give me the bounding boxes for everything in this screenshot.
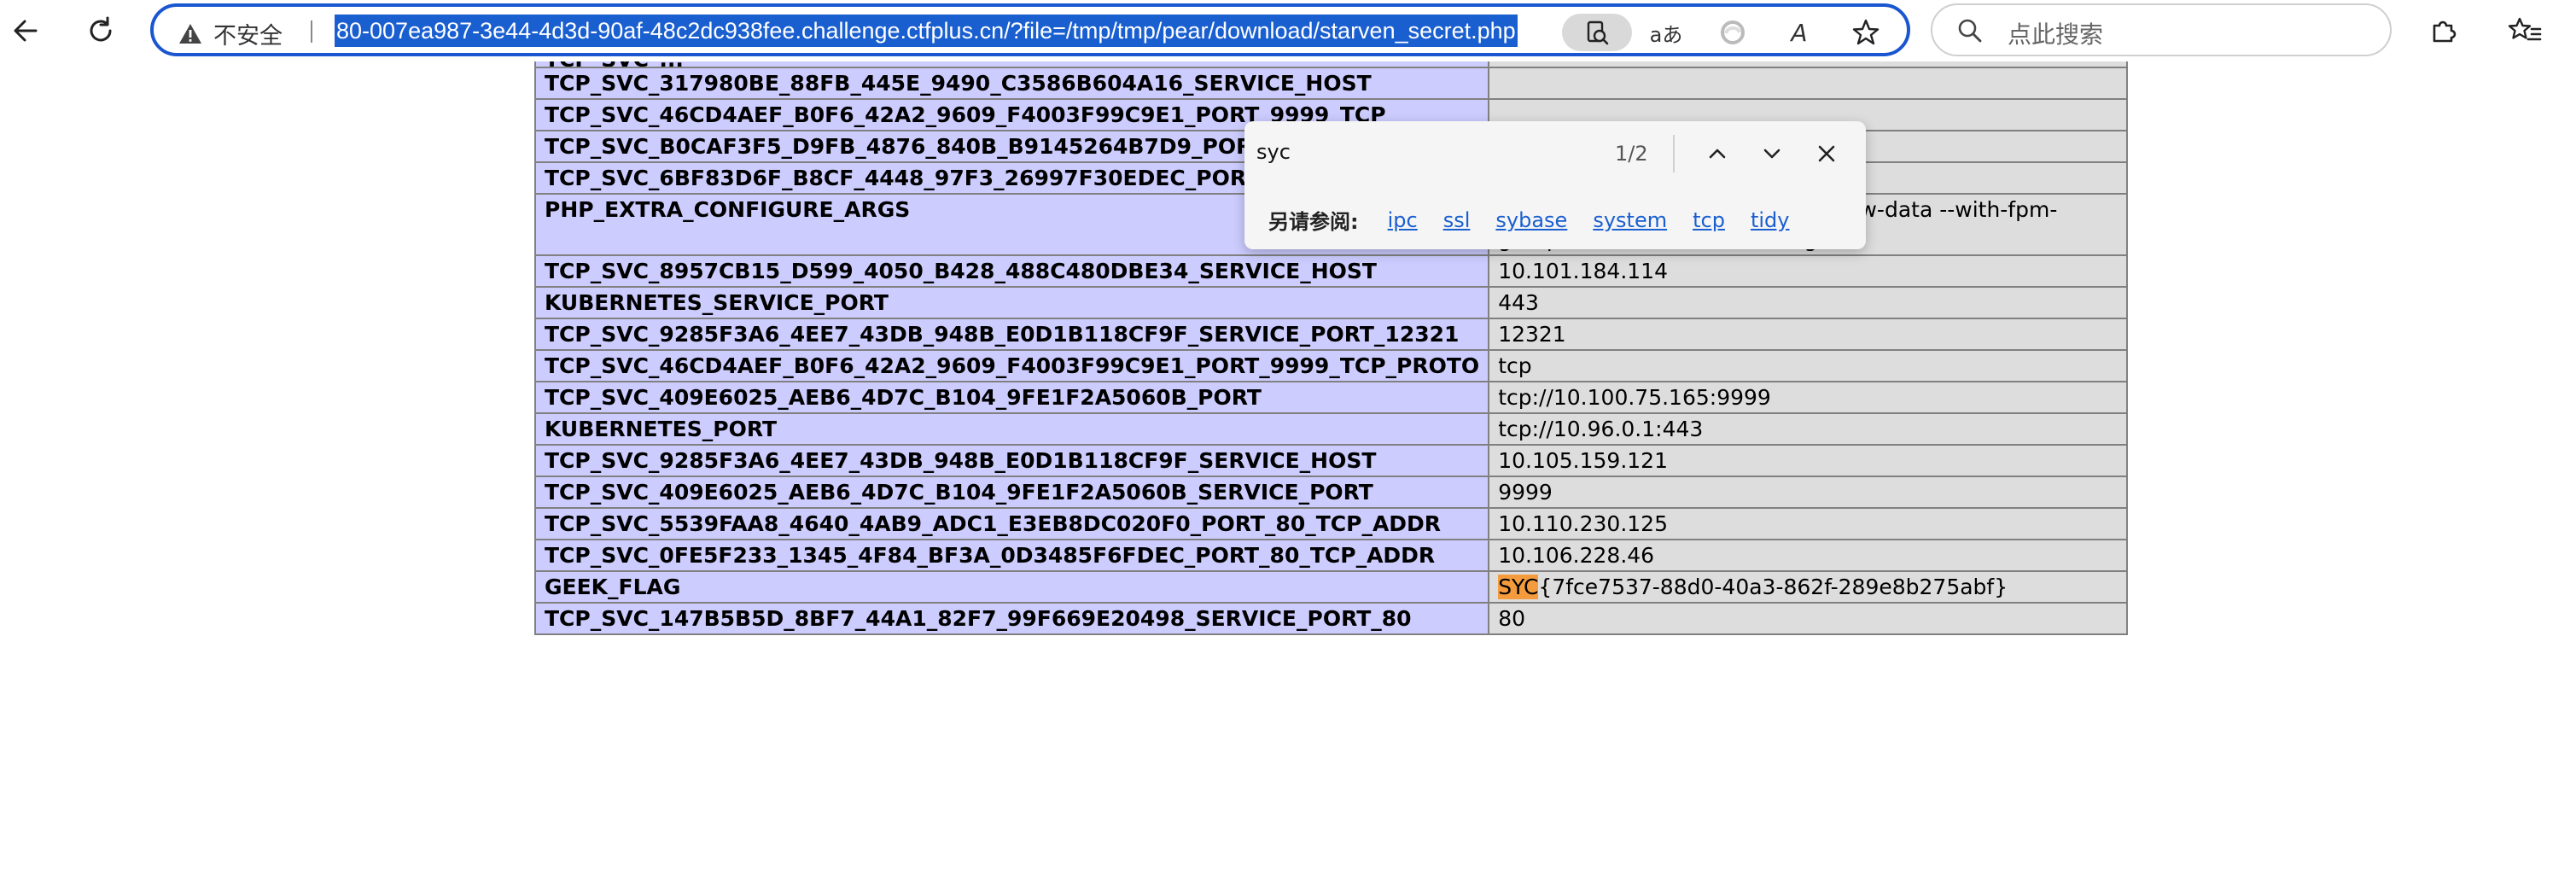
chevron-down-icon [1763, 149, 1780, 159]
back-arrow-icon [14, 20, 38, 42]
env-value-cell: 12321 [1488, 318, 2128, 351]
refresh-button[interactable] [75, 5, 126, 56]
favorites-icon [2508, 17, 2542, 41]
favorite-button[interactable] [1847, 14, 1885, 51]
table-row: GEEK_FLAG SYC{7fce7537-88d0-40a3-862f-289… [533, 570, 2128, 604]
env-value-cell: tcp://10.96.0.1:443 [1488, 412, 2128, 446]
suggestion-link[interactable]: sybase [1495, 208, 1567, 232]
search-placeholder: 点此搜索 [2008, 20, 2104, 49]
table-row: TCP_SVC_8957CB15_D599_4050_B428_488C480D… [533, 254, 2128, 288]
page-content: TCP_SVC_...TCP_SVC_317980BE_88FB_445E_94… [0, 61, 2576, 887]
find-previous-button[interactable] [1697, 133, 1738, 174]
table-row: KUBERNETES_SERVICE_PORT 443 [533, 286, 2128, 319]
table-row: TCP_SVC_... [533, 61, 2128, 68]
find-input[interactable]: syc [1256, 140, 1291, 164]
env-key-cell: GEEK_FLAG [533, 570, 1490, 604]
env-key-cell: KUBERNETES_PORT [533, 412, 1490, 446]
read-aloud-icon: A [1791, 18, 1808, 47]
site-security-indicator[interactable]: 不安全 [178, 17, 283, 50]
find-in-page-bar: syc 1/2 另请参阅: ipc ssl sybase system tcp … [1244, 121, 1866, 249]
find-close-button[interactable] [1806, 133, 1847, 174]
env-value-cell: 10.110.230.125 [1488, 507, 2128, 540]
warning-icon [179, 23, 201, 44]
env-key-cell: TCP_SVC_46CD4AEF_B0F6_42A2_9609_F4003F99… [533, 349, 1490, 382]
env-value-cell: SYC{7fce7537-88d0-40a3-862f-289e8b275abf… [1488, 570, 2128, 604]
env-key-cell: KUBERNETES_SERVICE_PORT [533, 286, 1490, 319]
env-key-cell: TCP_SVC_409E6025_AEB6_4D7C_B104_9FE1F2A5… [533, 476, 1490, 509]
suggestion-link[interactable]: ipc [1388, 208, 1418, 232]
env-key-cell: TCP_SVC_9285F3A6_4EE7_43DB_948B_E0D1B118… [533, 444, 1490, 477]
env-key-cell: TCP_SVC_147B5B5D_8BF7_44A1_82F7_99F669E2… [533, 602, 1490, 635]
env-value-cell: tcp://10.100.75.165:9999 [1488, 381, 2128, 414]
find-match-highlight: SYC [1498, 575, 1539, 599]
favorites-button[interactable] [2499, 5, 2550, 56]
search-box[interactable]: 点此搜索 [1931, 3, 2392, 56]
env-key-cell: TCP_SVC_8957CB15_D599_4050_B428_488C480D… [533, 254, 1490, 288]
copilot-button[interactable] [1714, 14, 1751, 51]
reader-view-button[interactable] [1562, 14, 1632, 51]
suggestion-link[interactable]: system [1593, 208, 1667, 232]
table-row: TCP_SVC_9285F3A6_4EE7_43DB_948B_E0D1B118… [533, 444, 2128, 477]
find-divider [1673, 135, 1675, 172]
refresh-icon [90, 16, 112, 42]
close-icon [1818, 145, 1835, 162]
extensions-button[interactable] [2417, 5, 2468, 56]
env-value-cell [1488, 61, 2128, 68]
table-row: TCP_SVC_409E6025_AEB6_4D7C_B104_9FE1F2A5… [533, 381, 2128, 414]
env-value-cell: 9999 [1488, 476, 2128, 509]
suggestion-link[interactable]: ssl [1443, 208, 1471, 232]
translate-icon: aあ [1649, 22, 1683, 47]
browser-toolbar: 不安全 80-007ea987-3e44-4d3d-90af-48c2dc938… [0, 0, 2576, 61]
url-text[interactable]: 80-007ea987-3e44-4d3d-90af-48c2dc938fee.… [335, 15, 1518, 47]
security-label: 不安全 [213, 23, 283, 50]
address-divider [311, 20, 312, 43]
translate-button[interactable]: aあ [1647, 14, 1685, 51]
table-row: TCP_SVC_9285F3A6_4EE7_43DB_948B_E0D1B118… [533, 318, 2128, 351]
address-bar[interactable]: 不安全 80-007ea987-3e44-4d3d-90af-48c2dc938… [150, 3, 1910, 56]
env-key-cell: TCP_SVC_5539FAA8_4640_4AB9_ADC1_E3EB8DC0… [533, 507, 1490, 540]
see-also-label: 另请参阅: [1268, 210, 1359, 234]
table-row: TCP_SVC_46CD4AEF_B0F6_42A2_9609_F4003F99… [533, 349, 2128, 382]
table-row: TCP_SVC_317980BE_88FB_445E_9490_C3586B60… [533, 67, 2128, 100]
table-row: TCP_SVC_0FE5F233_1345_4F84_BF3A_0D3485F6… [533, 539, 2128, 572]
table-row: TCP_SVC_5539FAA8_4640_4AB9_ADC1_E3EB8DC0… [533, 507, 2128, 540]
reader-view-icon [1587, 20, 1609, 45]
find-match-count: 1/2 [1615, 142, 1648, 166]
env-value-cell: 10.101.184.114 [1488, 254, 2128, 288]
suggestion-link[interactable]: tidy [1751, 208, 1790, 232]
table-row: TCP_SVC_147B5B5D_8BF7_44A1_82F7_99F669E2… [533, 602, 2128, 635]
env-key-cell: TCP_SVC_317980BE_88FB_445E_9490_C3586B60… [533, 67, 1490, 100]
suggestion-link[interactable]: tcp [1693, 208, 1725, 232]
find-suggestions: 另请参阅: ipc ssl sybase system tcp tidy [1268, 205, 1815, 235]
star-icon [1852, 19, 1880, 45]
env-key-cell: TCP_SVC_9285F3A6_4EE7_43DB_948B_E0D1B118… [533, 318, 1490, 351]
find-next-button[interactable] [1751, 133, 1792, 174]
table-row: TCP_SVC_409E6025_AEB6_4D7C_B104_9FE1F2A5… [533, 476, 2128, 509]
edge-copilot-icon [1721, 20, 1745, 44]
env-key-cell: TCP_SVC_409E6025_AEB6_4D7C_B104_9FE1F2A5… [533, 381, 1490, 414]
chevron-up-icon [1709, 149, 1726, 159]
env-key-cell: TCP_SVC_0FE5F233_1345_4F84_BF3A_0D3485F6… [533, 539, 1490, 572]
extensions-icon [2433, 20, 2457, 43]
env-value-cell: tcp [1488, 349, 2128, 382]
read-aloud-button[interactable]: A [1780, 14, 1818, 51]
env-value-cell [1488, 67, 2128, 100]
env-value-cell: 10.106.228.46 [1488, 539, 2128, 572]
env-value-cell: 443 [1488, 286, 2128, 319]
env-key-cell: TCP_SVC_... [533, 61, 1490, 68]
back-button[interactable] [0, 5, 51, 56]
env-value-text: {7fce7537-88d0-40a3-862f-289e8b275abf} [1538, 575, 2008, 599]
table-row: KUBERNETES_PORT tcp://10.96.0.1:443 [533, 412, 2128, 446]
search-icon [1958, 19, 1982, 43]
env-value-cell: 80 [1488, 602, 2128, 635]
env-value-cell: 10.105.159.121 [1488, 444, 2128, 477]
